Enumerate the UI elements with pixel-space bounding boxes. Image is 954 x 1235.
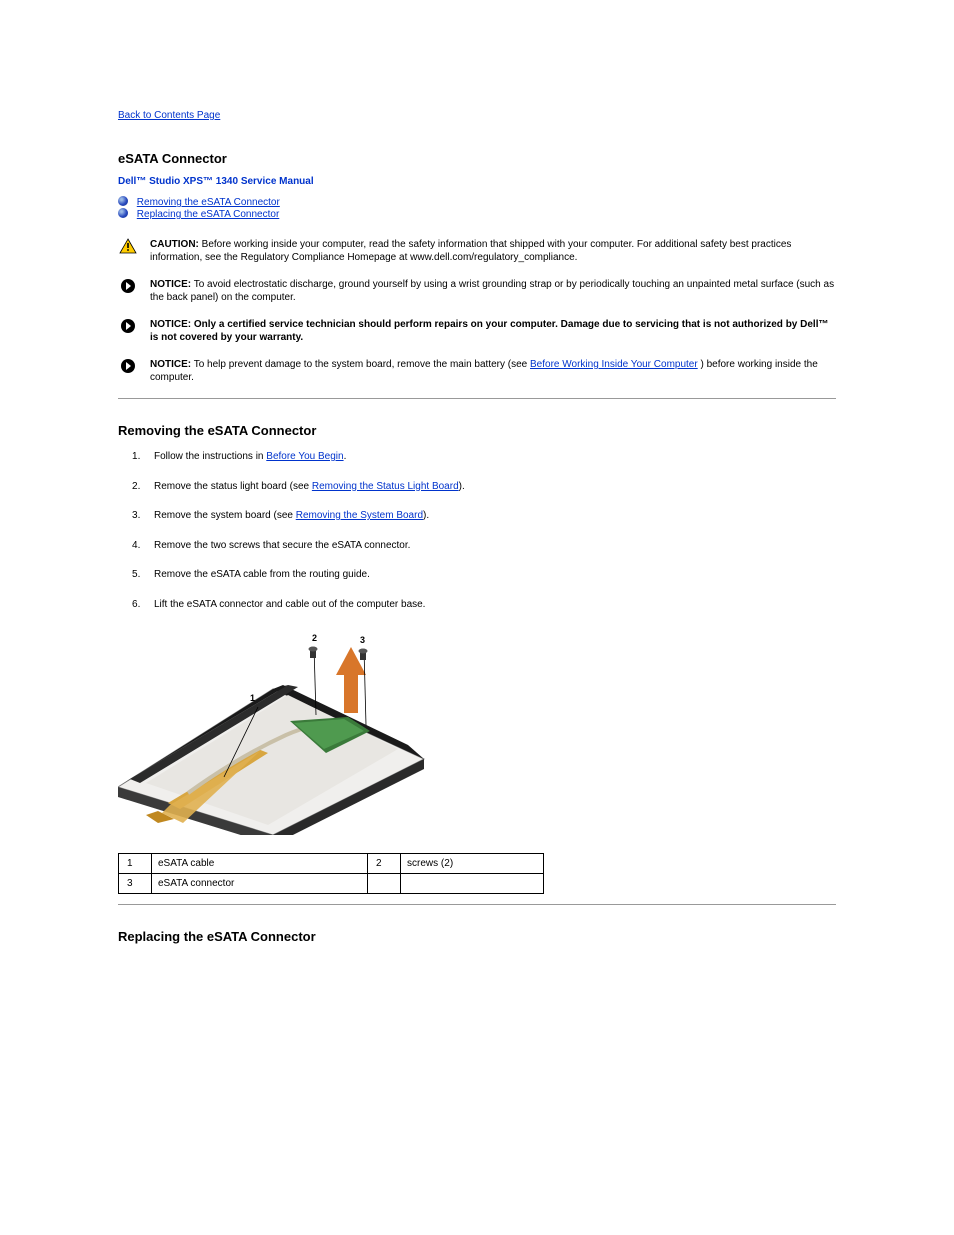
divider <box>118 904 836 905</box>
callout-label-cell <box>401 874 544 894</box>
notice-body: To avoid electrostatic discharge, ground… <box>150 279 834 303</box>
laptop-svg <box>118 627 428 835</box>
toc-item: Removing the eSATA Connector <box>118 197 836 208</box>
toc-link-remove[interactable]: Removing the eSATA Connector <box>137 197 280 208</box>
step-text-post: ). <box>459 481 465 492</box>
callout-label-cell: eSATA cable <box>152 854 368 874</box>
table-row: 1 eSATA cable 2 screws (2) <box>119 854 544 874</box>
notice-technician: NOTICE: Only a certified service technic… <box>118 318 836 344</box>
step-text-post: . <box>344 451 347 462</box>
notice-label: NOTICE: <box>150 279 191 290</box>
notice-text: NOTICE: Only a certified service technic… <box>150 318 836 344</box>
disassembly-image: 1 2 3 <box>118 627 428 835</box>
bullet-icon <box>118 196 128 206</box>
step-text-pre: Remove the system board (see <box>154 510 296 521</box>
callout-num-cell: 3 <box>119 874 152 894</box>
notice-label: NOTICE: <box>150 359 191 370</box>
callout-num-cell: 2 <box>368 854 401 874</box>
notice-text: NOTICE: To avoid electrostatic discharge… <box>150 278 836 304</box>
caution-icon <box>118 238 138 254</box>
step-4: Remove the two screws that secure the eS… <box>118 539 836 553</box>
caution-text: CAUTION: Before working inside your comp… <box>150 238 836 264</box>
table-row: 3 eSATA connector <box>119 874 544 894</box>
bullet-icon <box>118 208 128 218</box>
step-6: Lift the eSATA connector and cable out o… <box>118 598 836 612</box>
step-text-post: ). <box>423 510 429 521</box>
toc-link-replace[interactable]: Replacing the eSATA Connector <box>137 209 280 220</box>
back-to-contents-link[interactable]: Back to Contents Page <box>118 110 220 121</box>
divider <box>118 398 836 399</box>
notice-text: NOTICE: To help prevent damage to the sy… <box>150 358 836 384</box>
parts-callout-table: 1 eSATA cable 2 screws (2) 3 eSATA conne… <box>118 853 544 894</box>
page-title: eSATA Connector <box>118 151 836 166</box>
section-title-removing: Removing the eSATA Connector <box>118 423 836 438</box>
step-text-pre: Follow the instructions in <box>154 451 266 462</box>
callout-label-cell: screws (2) <box>401 854 544 874</box>
removal-steps: Follow the instructions in Before You Be… <box>118 450 836 611</box>
notice-icon <box>118 358 138 374</box>
notice-icon <box>118 318 138 334</box>
step-3: Remove the system board (see Removing th… <box>118 509 836 523</box>
step-text-pre: Remove the status light board (see <box>154 481 312 492</box>
caution-label: CAUTION: <box>150 239 199 250</box>
step-5: Remove the eSATA cable from the routing … <box>118 568 836 582</box>
notice-battery: NOTICE: To help prevent damage to the sy… <box>118 358 836 384</box>
section-title-replacing: Replacing the eSATA Connector <box>118 929 836 944</box>
notice-link[interactable]: Before Working Inside Your Computer <box>530 359 698 370</box>
callout-3: 3 <box>360 635 365 645</box>
caution-body: Before working inside your computer, rea… <box>150 239 791 263</box>
notice-body-bold: Only a certified service technician shou… <box>150 319 829 343</box>
callout-label-cell: eSATA connector <box>152 874 368 894</box>
page-root: Back to Contents Page eSATA Connector De… <box>0 0 954 1235</box>
step-link[interactable]: Removing the System Board <box>296 510 423 521</box>
step-link[interactable]: Before You Begin <box>266 451 343 462</box>
callout-num-cell <box>368 874 401 894</box>
step-1: Follow the instructions in Before You Be… <box>118 450 836 464</box>
callout-2: 2 <box>312 633 317 643</box>
step-link[interactable]: Removing the Status Light Board <box>312 481 459 492</box>
notice-icon <box>118 278 138 294</box>
toc-item: Replacing the eSATA Connector <box>118 209 836 220</box>
table-of-contents: Removing the eSATA Connector Replacing t… <box>118 197 836 220</box>
caution-notice: CAUTION: Before working inside your comp… <box>118 238 836 264</box>
manual-subtitle: Dell™ Studio XPS™ 1340 Service Manual <box>118 176 836 187</box>
notice-esd: NOTICE: To avoid electrostatic discharge… <box>118 278 836 304</box>
callout-num-cell: 1 <box>119 854 152 874</box>
notice-label: NOTICE: <box>150 319 191 330</box>
notice-body-pre: To help prevent damage to the system boa… <box>194 359 530 370</box>
callout-1: 1 <box>250 693 255 703</box>
step-2: Remove the status light board (see Remov… <box>118 480 836 494</box>
